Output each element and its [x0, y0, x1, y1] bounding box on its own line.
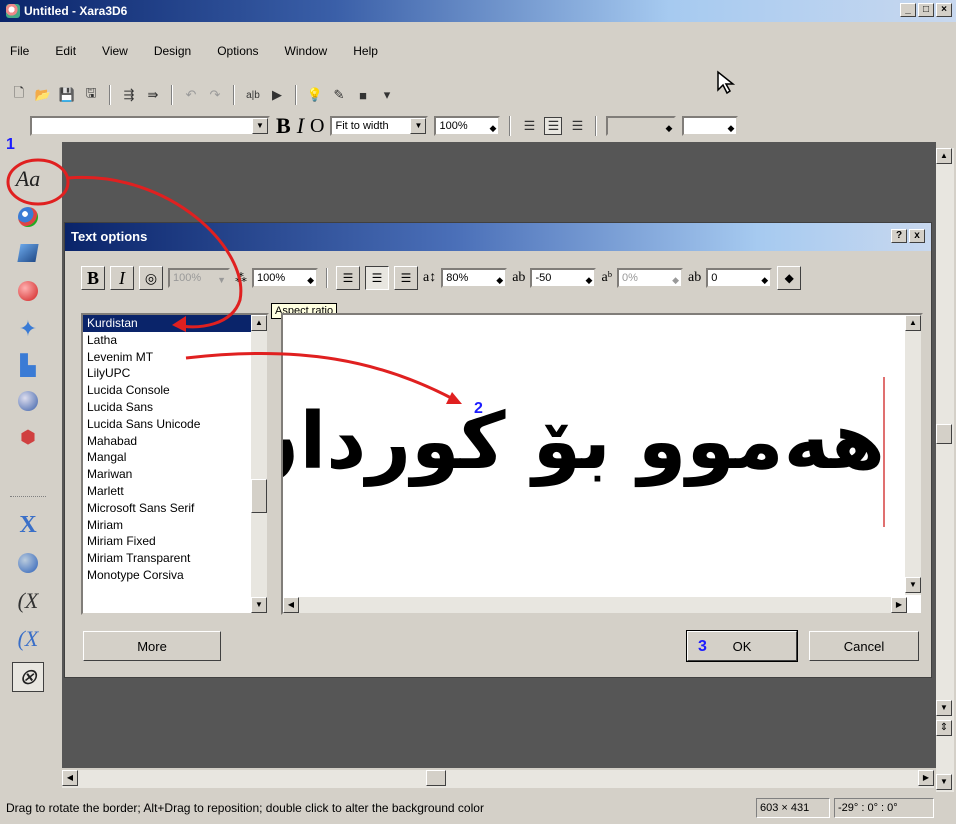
arrow-head-1: [172, 316, 186, 332]
annotation-arrows: [6, 158, 462, 404]
highlight-circle: [6, 158, 70, 206]
arrow-to-font-list: [67, 175, 243, 329]
arrow-to-preview: [185, 351, 456, 402]
xara-window: Untitled - Xara3D6 _ □ × File Edit View …: [0, 0, 956, 824]
